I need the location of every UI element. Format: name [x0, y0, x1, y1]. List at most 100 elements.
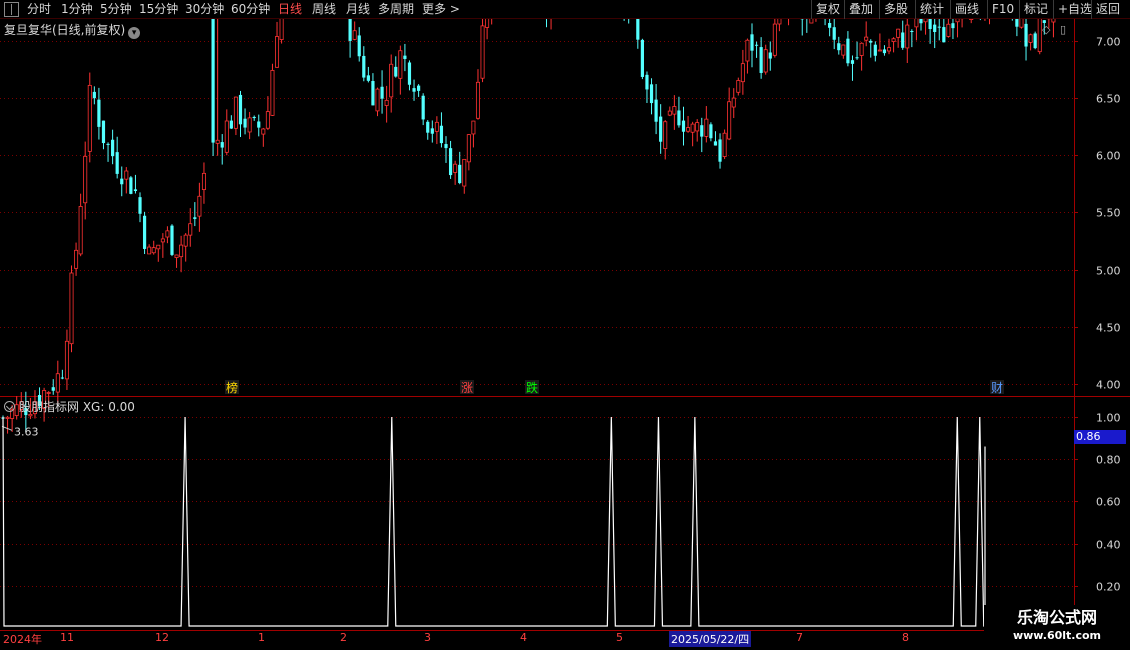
indicator-title[interactable]: 股朋指标网 XG: 0.00 — [4, 398, 135, 415]
candle-body — [1051, 0, 1056, 23]
candle-body — [229, 120, 233, 129]
tab-0[interactable]: 分时 — [27, 1, 51, 18]
candle — [485, 0, 490, 40]
candle-body — [859, 42, 864, 56]
candle-body — [928, 12, 932, 30]
chart-area[interactable]: 9.509.008.508.007.507.006.506.005.505.00… — [0, 0, 1130, 650]
candle-body — [718, 139, 722, 162]
candle — [805, 12, 809, 33]
tab-5[interactable]: 60分钟 — [231, 1, 270, 18]
tool-button-3[interactable]: 统计 — [920, 1, 944, 18]
tool-button-5[interactable]: F10 — [992, 1, 1014, 18]
candle-body — [124, 170, 129, 180]
candle — [549, 0, 554, 30]
tool-button-7[interactable]: +自选 — [1058, 1, 1092, 18]
tool-button-4[interactable]: 画线 — [955, 1, 979, 18]
candle-body — [772, 23, 777, 56]
candle — [101, 120, 106, 150]
candle-body — [394, 66, 398, 77]
diamond-icon[interactable]: ◇ — [1042, 23, 1050, 36]
candle-body — [188, 223, 193, 236]
tab-9[interactable]: 多周期 — [378, 1, 414, 18]
tab-8[interactable]: 月线 — [346, 1, 370, 18]
candle-body — [1015, 15, 1019, 27]
tab-3[interactable]: 15分钟 — [139, 1, 178, 18]
indicator-tick-label: 0.80 — [1096, 454, 1121, 467]
tool-button-2[interactable]: 多股 — [884, 1, 908, 18]
candle-body — [955, 14, 960, 23]
candle-body — [901, 32, 905, 48]
toolbar-divider — [950, 0, 951, 19]
candle — [740, 49, 745, 95]
panel-icon[interactable]: ▯ — [1060, 23, 1066, 36]
tab-7[interactable]: 周线 — [312, 1, 336, 18]
candle — [681, 106, 686, 146]
candle-body — [750, 34, 754, 51]
y-tick-label: 4.50 — [1096, 322, 1121, 335]
candle — [366, 66, 370, 83]
candle — [768, 41, 772, 71]
candle — [97, 87, 101, 140]
candle-body — [60, 377, 64, 379]
candle-body — [727, 101, 732, 140]
candle-body — [120, 178, 124, 185]
candle — [183, 233, 188, 262]
collapse-icon[interactable] — [4, 401, 15, 412]
window-icon[interactable] — [4, 2, 19, 17]
tab-10[interactable]: 更多 > — [422, 1, 460, 18]
stock-title[interactable]: 复旦复华(日线,前复权) ▾ — [4, 21, 141, 39]
candle-body — [942, 27, 946, 43]
candle — [142, 211, 147, 255]
y-tick-label: 5.50 — [1096, 207, 1121, 220]
candle — [371, 73, 375, 106]
date-label: 3 — [424, 631, 431, 644]
tab-1[interactable]: 1分钟 — [61, 1, 93, 18]
candle — [891, 37, 896, 53]
candle — [174, 254, 179, 268]
candle — [165, 226, 170, 244]
candle-body — [375, 88, 380, 112]
candle-body — [421, 95, 425, 120]
candle-body — [704, 118, 709, 137]
candle — [882, 45, 887, 56]
candle — [120, 166, 124, 197]
kline-chart[interactable]: 9.509.008.508.007.507.006.506.005.505.00… — [0, 0, 1130, 650]
candle-body — [133, 189, 138, 192]
candle-body — [809, 9, 814, 24]
candle-body — [663, 121, 668, 149]
candle — [636, 0, 640, 49]
candle — [233, 96, 238, 136]
candle-body — [1019, 16, 1024, 28]
stock-title-text: 复旦复华(日线,前复权) — [4, 23, 126, 37]
candle — [923, 3, 928, 35]
candle — [982, 0, 987, 21]
tab-2[interactable]: 5分钟 — [100, 1, 132, 18]
tool-button-1[interactable]: 叠加 — [849, 1, 873, 18]
candle-body — [430, 128, 434, 134]
date-label: 11 — [60, 631, 74, 644]
candle — [905, 8, 910, 63]
candle-body — [174, 254, 179, 259]
tab-6[interactable]: 日线 — [278, 1, 302, 18]
tool-button-6[interactable]: 标记 — [1024, 1, 1048, 18]
candle-body — [969, 0, 974, 20]
chevron-down-icon[interactable]: ▾ — [128, 27, 141, 39]
candle — [690, 121, 695, 147]
candle — [850, 55, 855, 81]
candle-body — [841, 44, 846, 56]
candle-body — [649, 84, 654, 104]
candle-body — [247, 117, 252, 133]
candle — [471, 120, 476, 148]
tab-4[interactable]: 30分钟 — [185, 1, 224, 18]
candle-body — [700, 125, 704, 137]
candle — [910, 29, 914, 48]
date-label: 8 — [902, 631, 909, 644]
candle — [877, 33, 882, 52]
candle — [412, 79, 416, 101]
tool-button-0[interactable]: 复权 — [816, 1, 840, 18]
tool-button-8[interactable]: 返回 — [1096, 1, 1120, 18]
candle-body — [919, 17, 923, 24]
candle-body — [69, 272, 74, 345]
toolbar-divider — [1053, 0, 1054, 19]
candle-body — [183, 234, 188, 247]
